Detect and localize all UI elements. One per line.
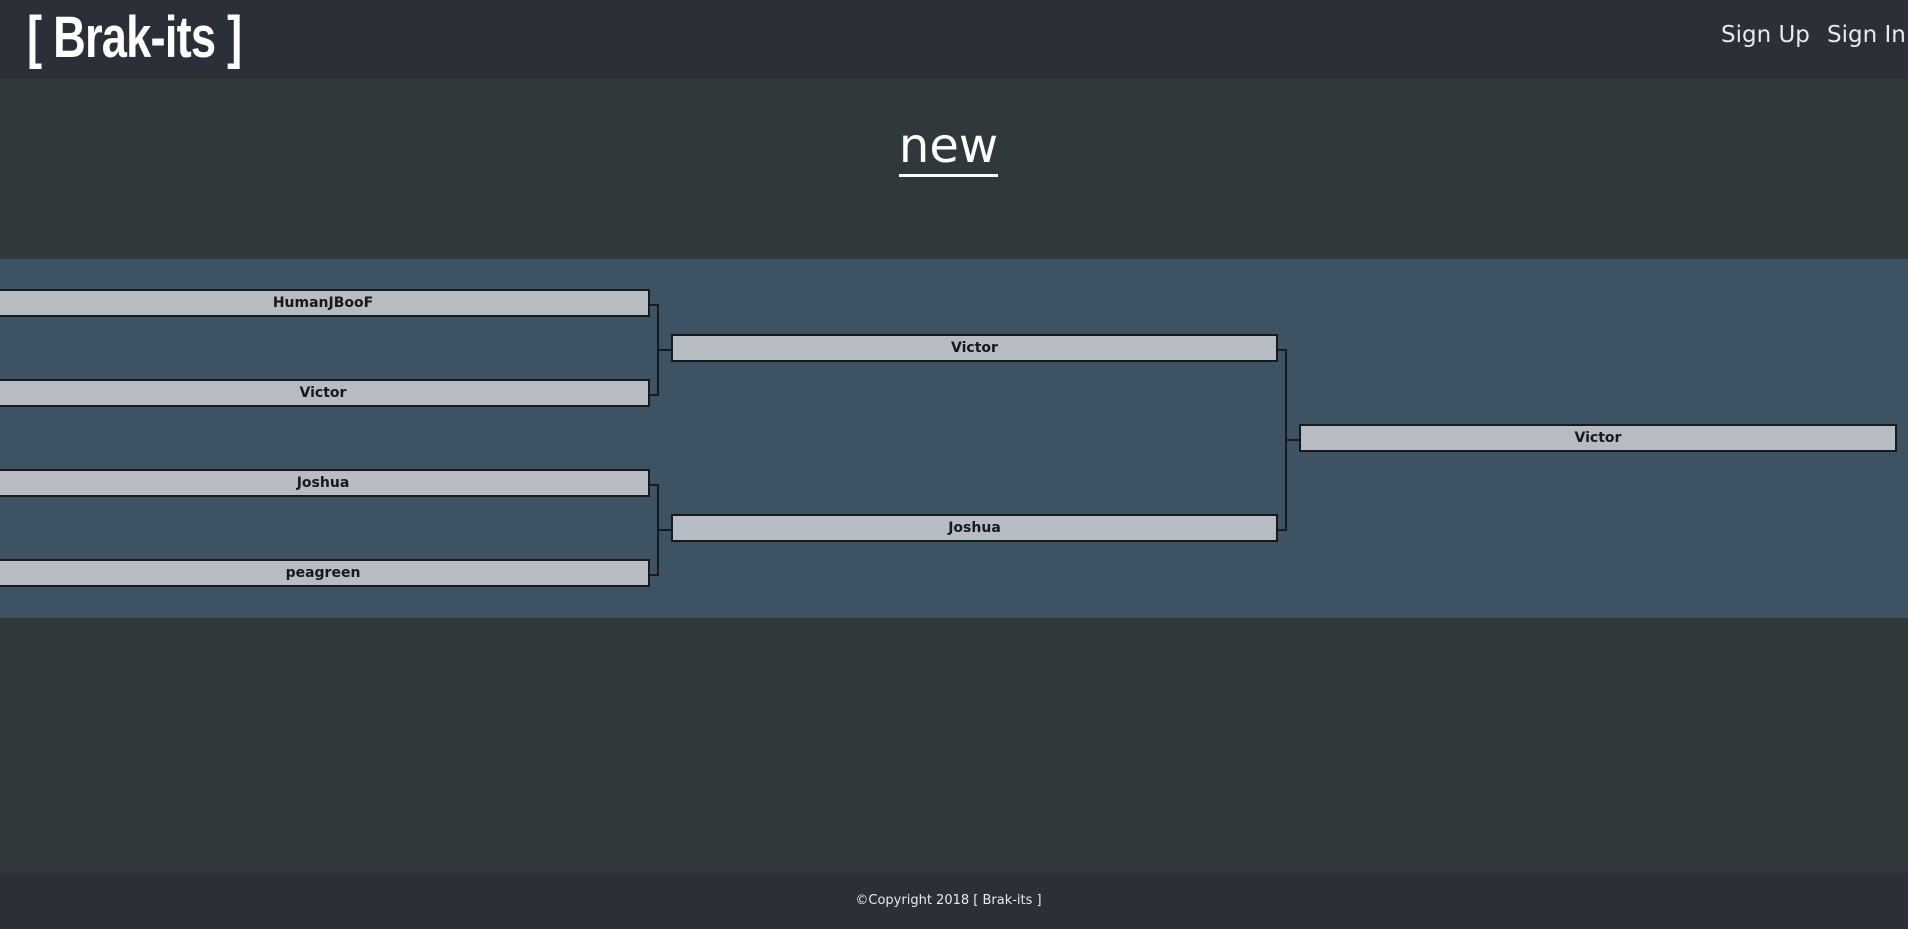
- page-title-text: new: [898, 118, 999, 177]
- bracket-slot-r1-2[interactable]: Victor: [0, 379, 650, 407]
- bracket-connector-stub: [659, 529, 671, 531]
- bracket-connector-r2: [1278, 349, 1287, 531]
- bracket-connector-r1-top: [650, 304, 659, 396]
- bracket-slot-r1-3[interactable]: Joshua: [0, 469, 650, 497]
- bracket-slot-r1-1[interactable]: HumanJBooF: [0, 289, 650, 317]
- bracket-slot-final[interactable]: Victor: [1299, 424, 1897, 452]
- bracket-connector-r1-bottom: [650, 484, 659, 576]
- bracket-area: HumanJBooF Victor Joshua peagreen Victor…: [0, 259, 1908, 618]
- sign-up-link[interactable]: Sign Up: [1721, 22, 1810, 48]
- footer-copyright: ©Copyright 2018 [ Brak-its ]: [855, 893, 1042, 908]
- bracket-slot-r2-1[interactable]: Victor: [671, 334, 1278, 362]
- page-title: new: [0, 118, 1897, 177]
- bracket-slot-r2-2[interactable]: Joshua: [671, 514, 1278, 542]
- sign-in-link[interactable]: Sign In: [1827, 22, 1906, 48]
- bracket-connector-stub: [1287, 439, 1299, 441]
- bracket-connector-stub: [659, 349, 671, 351]
- footer: ©Copyright 2018 [ Brak-its ]: [0, 873, 1908, 929]
- top-navbar: [ Brak-its ] Sign Up Sign In: [0, 0, 1908, 78]
- brand-logo[interactable]: [ Brak-its ]: [27, 5, 242, 71]
- bracket-slot-r1-4[interactable]: peagreen: [0, 559, 650, 587]
